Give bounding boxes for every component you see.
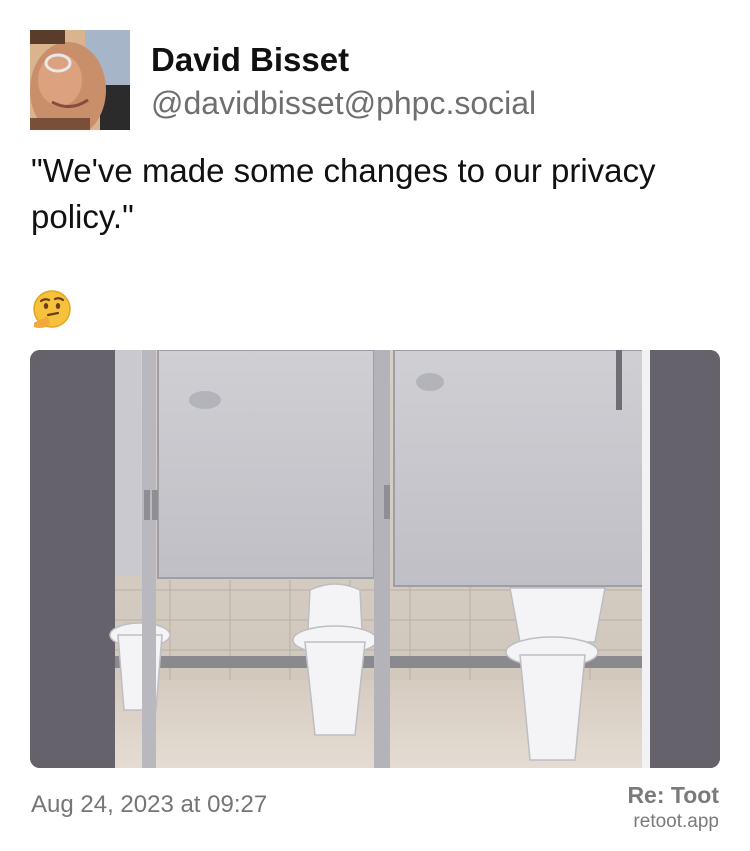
author-handle[interactable]: @davidbisset@phpc.social bbox=[151, 83, 536, 123]
brand-name: Re: Toot bbox=[627, 782, 719, 808]
brand-url[interactable]: retoot.app bbox=[627, 809, 719, 835]
author-display-name[interactable]: David Bisset bbox=[151, 40, 349, 80]
thinking-face-icon bbox=[30, 287, 74, 331]
toilet-stalls-photo-icon bbox=[30, 350, 720, 768]
brand-watermark: Re: Toot retoot.app bbox=[627, 781, 719, 835]
post-image[interactable] bbox=[30, 350, 720, 768]
profile-photo-icon bbox=[30, 30, 130, 130]
post-timestamp: Aug 24, 2023 at 09:27 bbox=[31, 791, 268, 818]
avatar[interactable] bbox=[30, 30, 130, 130]
post-text: "We've made some changes to our privacy … bbox=[31, 152, 656, 235]
